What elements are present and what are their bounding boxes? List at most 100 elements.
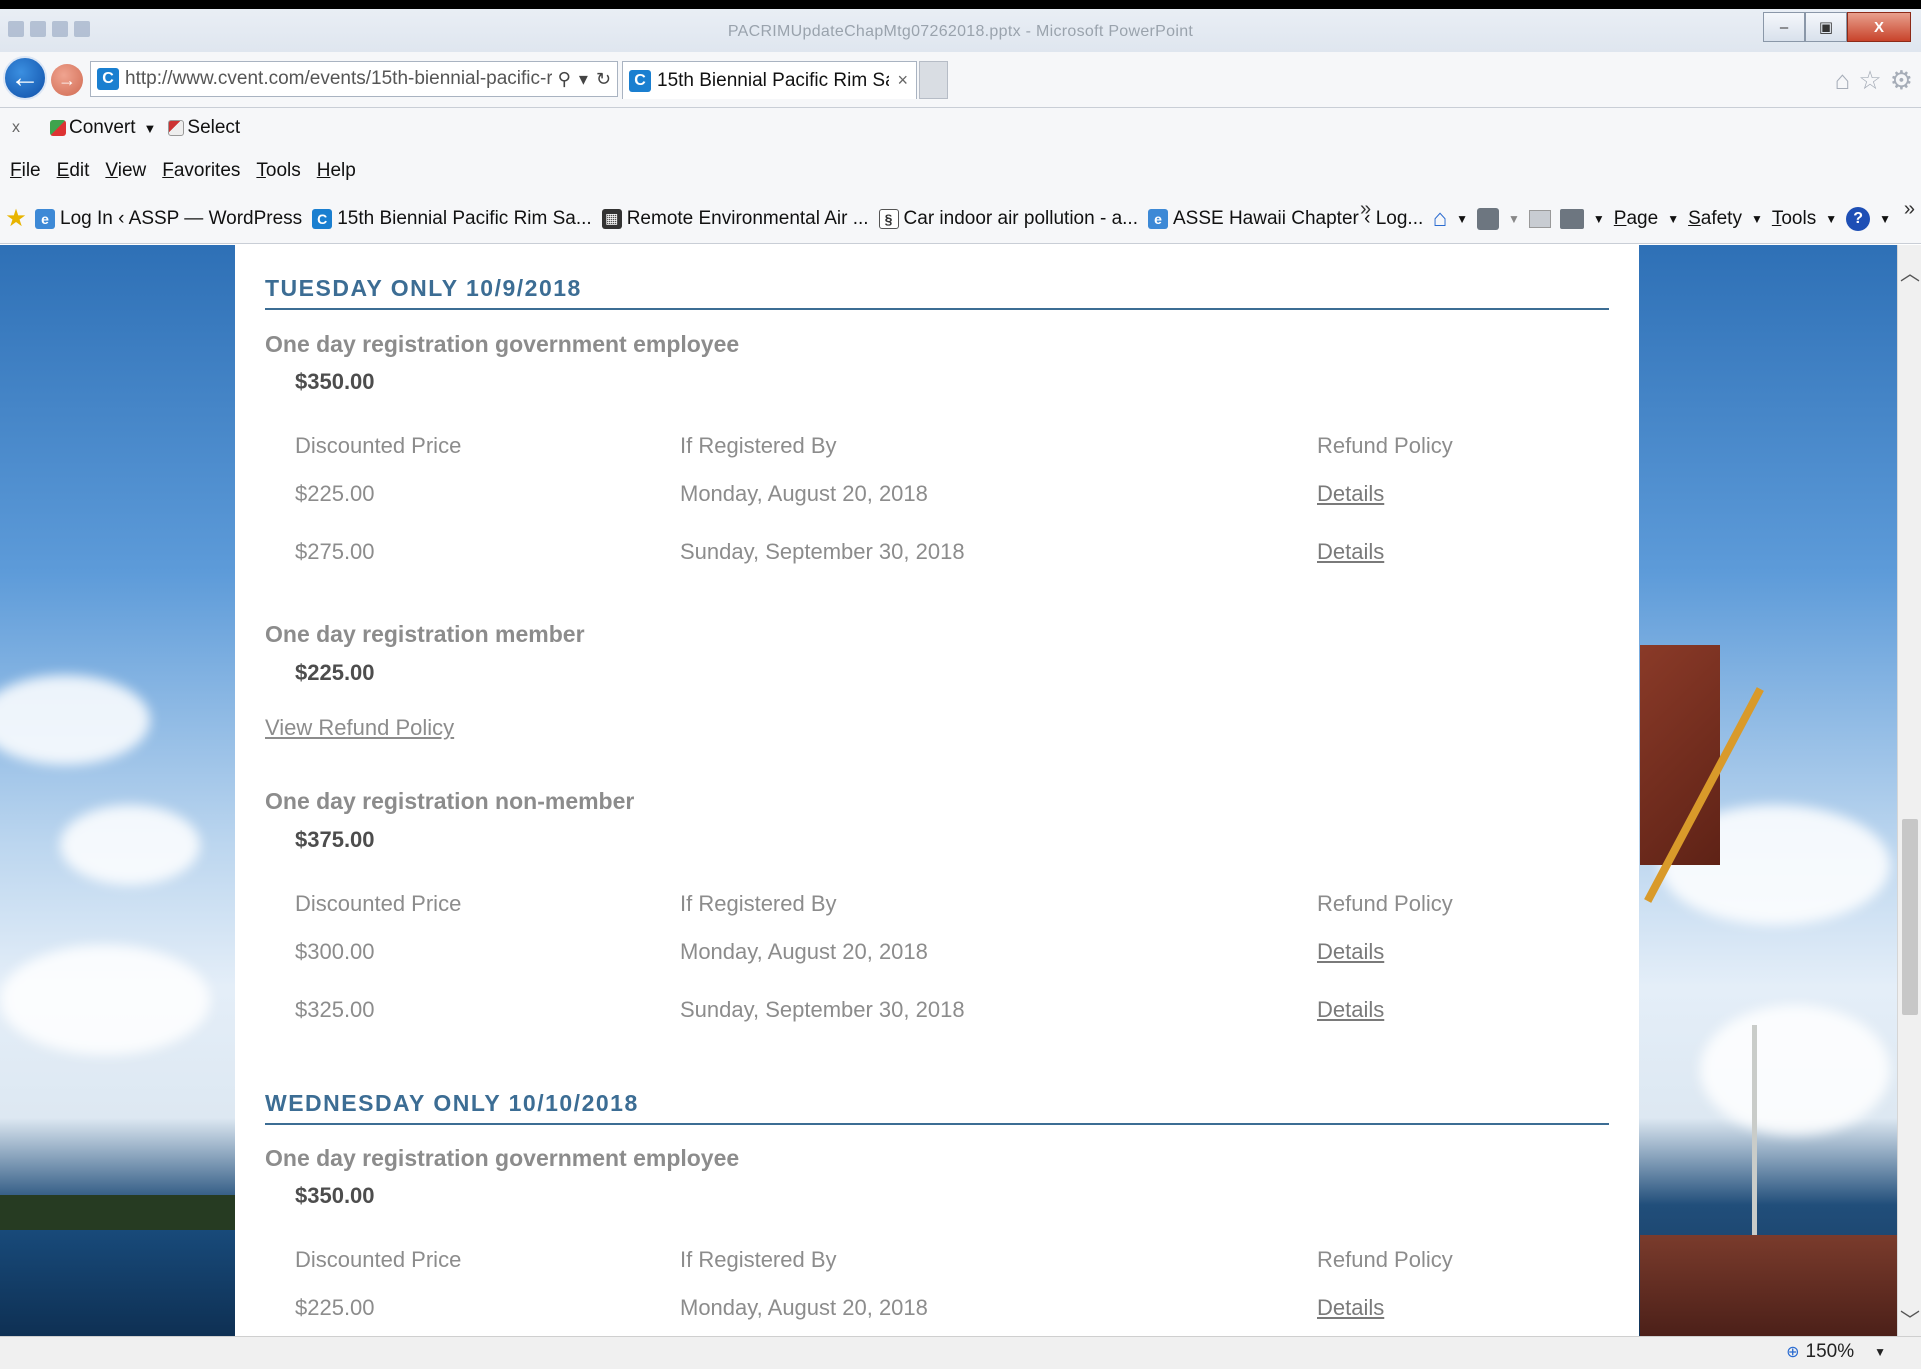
chevron-down-icon[interactable]: ▼ — [1874, 1345, 1886, 1359]
ie-page-icon: e — [1147, 208, 1168, 229]
column-header-refund-policy: Refund Policy — [1317, 433, 1453, 458]
favorite-label: Log In ‹ ASSP — WordPress — [60, 207, 303, 229]
column-header-discounted-price: Discounted Price — [295, 433, 462, 458]
mail-icon[interactable] — [1528, 210, 1551, 228]
search-icon[interactable]: ⚲ — [558, 69, 571, 90]
refund-details-link[interactable]: Details — [1317, 481, 1384, 507]
background-cloud — [1700, 1005, 1890, 1135]
scroll-up-icon[interactable]: ︿ — [1898, 257, 1921, 285]
tools-menu-button[interactable]: Tools — [1772, 208, 1816, 230]
menu-view[interactable]: View — [105, 160, 146, 182]
menu-tools[interactable]: Tools — [256, 160, 300, 182]
page-menu-button[interactable]: Page — [1614, 208, 1658, 230]
favorite-item-2[interactable]: ▦ Remote Environmental Air ... — [601, 208, 869, 230]
safety-menu-button[interactable]: Safety — [1688, 208, 1742, 230]
zoom-control[interactable]: ⊕ 150% ▼ — [1786, 1341, 1886, 1363]
convert-toolbar: x Convert ▼ Select — [0, 108, 1921, 148]
refund-details-link[interactable]: Details — [1317, 997, 1384, 1023]
favorite-item-4[interactable]: e ASSE Hawaii Chapter ‹ Log... — [1147, 207, 1424, 230]
chevron-down-icon[interactable]: ▼ — [1879, 212, 1891, 226]
discount-price: $300.00 — [295, 939, 375, 964]
view-refund-policy-link[interactable]: View Refund Policy — [265, 715, 454, 741]
chevron-down-icon[interactable]: ▼ — [1825, 212, 1837, 226]
menu-favorites[interactable]: Favorites — [162, 160, 240, 182]
favorite-item-3[interactable]: § Car indoor air pollution - a... — [878, 208, 1138, 230]
column-header-registered-by: If Registered By — [680, 891, 837, 916]
ie-page-icon: e — [35, 208, 55, 229]
favorite-label: 15th Biennial Pacific Rim Sa... — [337, 207, 592, 229]
registered-by-date: Sunday, September 30, 2018 — [680, 997, 965, 1022]
status-bar: ⊕ 150% ▼ — [0, 1336, 1921, 1369]
chevron-more-icon[interactable]: » — [1904, 198, 1915, 221]
chevron-down-icon[interactable]: ▼ — [1751, 212, 1763, 226]
site-favicon-icon: C — [97, 68, 119, 90]
arrow-left-icon: ← — [10, 61, 40, 94]
column-header-registered-by: If Registered By — [680, 1247, 837, 1272]
tab-title: 15th Biennial Pacific Rim Safe... — [657, 69, 889, 91]
background-shoreline — [0, 1195, 240, 1235]
chevron-down-icon[interactable]: ▼ — [1667, 212, 1679, 226]
tab-close-icon[interactable]: × — [889, 70, 916, 91]
chevron-more-icon[interactable]: » — [1360, 198, 1371, 221]
tab-favicon-icon: C — [629, 69, 651, 92]
page-viewport: TUESDAY ONLY 10/9/2018 One day registrat… — [0, 245, 1897, 1336]
dna-icon: § — [878, 208, 899, 229]
vertical-scrollbar[interactable]: ︿ ﹀ — [1897, 245, 1921, 1336]
minimize-button[interactable]: – — [1763, 12, 1805, 42]
background-cloud — [0, 675, 150, 765]
close-window-button[interactable]: X — [1847, 12, 1911, 42]
address-bar[interactable]: C http://www.cvent.com/events/15th-bienn… — [90, 61, 618, 97]
scroll-down-icon[interactable]: ﹀ — [1898, 1304, 1921, 1332]
favorites-star-icon[interactable]: ☆ — [1858, 65, 1881, 96]
favorite-item-1[interactable]: C 15th Biennial Pacific Rim Sa... — [312, 208, 592, 230]
refresh-icon[interactable]: ↻ — [596, 69, 611, 90]
convert-icon — [50, 120, 66, 136]
column-header-discounted-price: Discounted Price — [295, 1247, 462, 1272]
print-icon[interactable] — [1559, 209, 1584, 229]
section-heading: TUESDAY ONLY 10/9/2018 — [265, 275, 1609, 310]
gear-icon[interactable]: ⚙ — [1890, 65, 1913, 96]
url-input[interactable]: http://www.cvent.com/events/15th-biennia… — [125, 68, 552, 90]
chevron-down-icon[interactable]: ▼ — [1508, 212, 1520, 226]
chevron-down-icon[interactable]: ▼ — [144, 121, 157, 136]
home-icon[interactable]: ⌂ — [1835, 65, 1851, 96]
column-header-refund-policy: Refund Policy — [1317, 891, 1453, 916]
window-title: PACRIMUpdateChapMtg07262018.pptx - Micro… — [727, 23, 1194, 40]
favorite-item-0[interactable]: e Log In ‹ ASSP — WordPress — [35, 208, 302, 230]
dropdown-icon[interactable]: ▾ — [579, 69, 588, 90]
back-button[interactable]: ← — [3, 56, 47, 100]
scrollbar-thumb[interactable] — [1902, 819, 1918, 1015]
help-icon[interactable]: ? — [1846, 207, 1871, 231]
home-icon[interactable]: ⌂ — [1433, 205, 1448, 233]
registration-price: $350.00 — [295, 369, 375, 394]
registered-by-date: Monday, August 20, 2018 — [680, 481, 928, 506]
chevron-down-icon[interactable]: ▼ — [1456, 212, 1468, 226]
menu-file[interactable]: File — [10, 160, 41, 182]
registration-title: One day registration non-member — [265, 788, 635, 814]
favorite-label: ASSE Hawaii Chapter ‹ Log... — [1172, 207, 1424, 229]
new-tab-button[interactable] — [919, 61, 948, 99]
browser-tab-active[interactable]: C 15th Biennial Pacific Rim Safe... × — [622, 61, 917, 99]
column-header-discounted-price: Discounted Price — [295, 891, 462, 916]
registration-page: TUESDAY ONLY 10/9/2018 One day registrat… — [235, 245, 1639, 1336]
site-icon: ▦ — [601, 208, 622, 229]
refund-details-link[interactable]: Details — [1317, 939, 1384, 965]
favorites-star-button[interactable]: ★ — [5, 205, 31, 232]
close-toolbar-icon[interactable]: x — [12, 119, 38, 137]
forward-button[interactable]: → — [51, 64, 83, 96]
chevron-down-icon[interactable]: ▼ — [1593, 212, 1605, 226]
background-boat — [1640, 1235, 1897, 1336]
refund-details-link[interactable]: Details — [1317, 539, 1384, 565]
restore-button[interactable]: ▣ — [1805, 12, 1847, 42]
registration-price: $375.00 — [295, 827, 375, 852]
menu-help[interactable]: Help — [317, 160, 356, 182]
rss-feed-icon[interactable] — [1477, 208, 1500, 230]
menu-edit[interactable]: Edit — [57, 160, 90, 182]
convert-button[interactable]: Convert ▼ — [50, 117, 156, 139]
select-button[interactable]: Select — [168, 117, 240, 139]
command-bar: ⌂ ▼ ▼ ▼ Page ▼ Safety ▼ Tools ▼ ? ▼ — [1433, 194, 1891, 244]
convert-label: Convert — [69, 117, 136, 138]
column-header-registered-by: If Registered By — [680, 433, 837, 458]
registered-by-date: Sunday, September 30, 2018 — [680, 539, 965, 564]
refund-details-link[interactable]: Details — [1317, 1295, 1384, 1321]
